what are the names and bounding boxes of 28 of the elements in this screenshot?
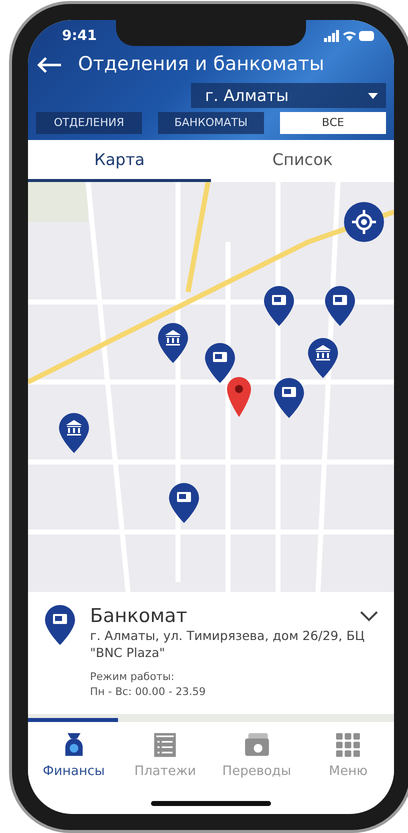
bank-pin-icon[interactable] [58, 412, 90, 454]
wallet-icon [244, 732, 270, 758]
filter-tab[interactable]: ВСЕ [280, 112, 386, 134]
atm-pin-icon[interactable] [324, 285, 356, 327]
hours-text: Пн - Вс: 00.00 - 23.59 [90, 684, 207, 700]
status-time: 9:41 [62, 27, 97, 46]
location-pin-icon[interactable] [226, 377, 252, 417]
caret-icon [368, 93, 378, 100]
list-icon [152, 732, 178, 758]
atm-pin-icon[interactable] [168, 482, 200, 524]
back-arrow-icon[interactable] [36, 56, 62, 74]
hours-label: Режим работы: [90, 670, 176, 685]
city-dropdown[interactable]: г. Алматы [191, 82, 386, 108]
atm-pin-icon[interactable] [204, 342, 236, 384]
atm-pin-icon [44, 604, 76, 646]
status-icons [324, 30, 376, 42]
card-title: Банкомат [90, 604, 188, 628]
atm-pin-icon[interactable] [273, 377, 305, 419]
grid-icon [335, 732, 362, 758]
filter-tab[interactable]: БАНКОМАТЫ [158, 112, 264, 134]
atm-pin-icon[interactable] [263, 285, 295, 327]
screen-title: Отделения и банкоматы [78, 52, 324, 77]
locate-icon [352, 210, 376, 234]
filter-tab[interactable]: ОТДЕЛЕНИЯ [36, 112, 142, 134]
address-text: г. Алматы, ул. Тимирязева, дом 26/29, БЦ "BNC Plaza" [90, 628, 366, 662]
chevron-down-icon[interactable] [360, 611, 378, 622]
bank-pin-icon[interactable] [307, 337, 339, 379]
bank-pin-icon[interactable] [157, 322, 189, 364]
